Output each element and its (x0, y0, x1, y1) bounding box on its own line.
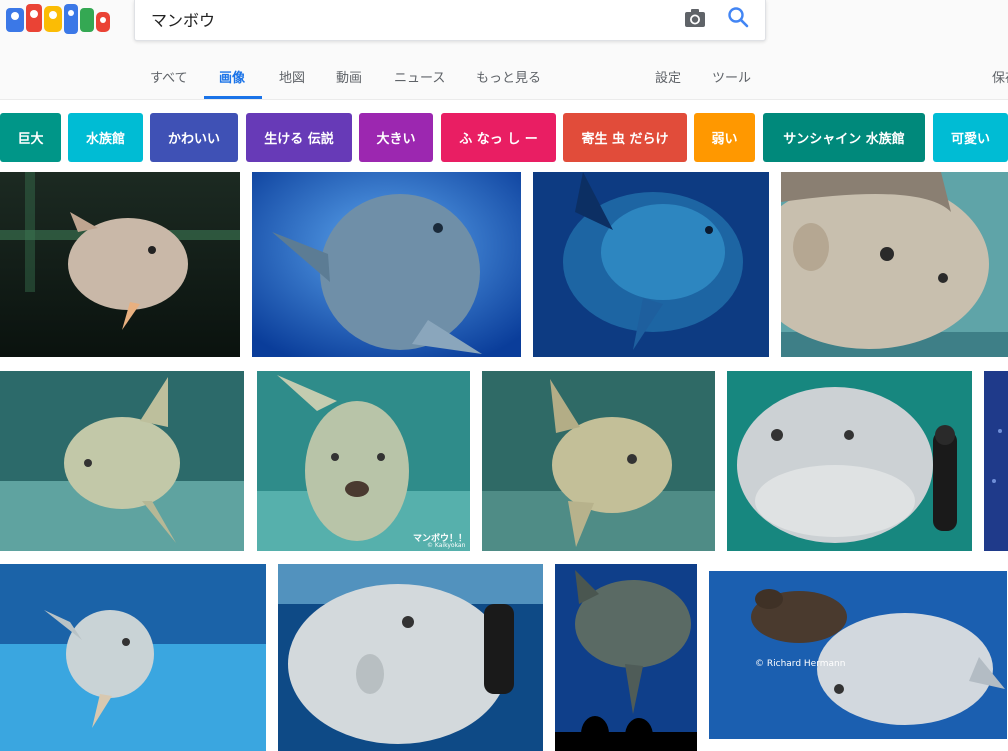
image-result[interactable] (781, 172, 1008, 357)
tab-saved[interactable]: 保存 (992, 67, 1008, 86)
image-result[interactable] (482, 371, 715, 551)
tab-news[interactable]: ニュース (394, 67, 445, 86)
header: すべて 画像 地図 動画 ニュース もっと見る 設定 ツール 保存 (0, 0, 1008, 100)
chip-funassyi[interactable]: ふ なっ し ー (441, 113, 556, 162)
image-result[interactable]: © Richard Hermann (709, 571, 1007, 739)
camera-icon[interactable] (684, 8, 706, 28)
image-result[interactable] (0, 172, 240, 357)
search-icon[interactable] (727, 6, 749, 28)
image-result[interactable]: マンボウ！！ © Kaikyokan (257, 371, 470, 551)
tab-more[interactable]: もっと見る (476, 67, 541, 86)
image-credit: © Kaikyokan (427, 542, 466, 549)
search-box (134, 0, 766, 41)
chip-sunshine-aquarium[interactable]: サンシャイン 水族館 (763, 113, 925, 162)
chip-big[interactable]: 大きい (359, 113, 433, 162)
chip-giant[interactable]: 巨大 (0, 113, 61, 162)
tab-all[interactable]: すべて (150, 67, 188, 86)
tab-maps[interactable]: 地図 (279, 67, 305, 86)
tab-videos[interactable]: 動画 (336, 67, 362, 86)
chip-cute[interactable]: かわいい (150, 113, 238, 162)
image-result[interactable] (278, 564, 543, 751)
image-result[interactable] (984, 371, 1008, 551)
image-result[interactable] (252, 172, 521, 357)
image-result[interactable] (555, 564, 697, 751)
google-doodle-logo[interactable] (2, 0, 114, 40)
image-credit: © Richard Hermann (755, 659, 846, 669)
chip-parasites[interactable]: 寄生 虫 だらけ (563, 113, 687, 162)
image-result[interactable] (727, 371, 972, 551)
chip-aquarium[interactable]: 水族館 (68, 113, 143, 162)
search-input[interactable] (151, 6, 671, 32)
search-tabs: すべて 画像 地図 動画 ニュース もっと見る 設定 ツール 保存 (0, 58, 1008, 100)
tab-settings[interactable]: 設定 (655, 67, 681, 86)
active-tab-indicator (204, 96, 262, 99)
tab-images[interactable]: 画像 (219, 67, 245, 86)
chip-lovely[interactable]: 可愛い (933, 113, 1008, 162)
chip-living-legend[interactable]: 生ける 伝説 (246, 113, 352, 162)
image-result[interactable] (0, 564, 266, 751)
tab-tools[interactable]: ツール (712, 67, 751, 86)
image-result[interactable] (533, 172, 769, 357)
chip-weak[interactable]: 弱い (694, 113, 755, 162)
image-result[interactable] (0, 371, 244, 551)
